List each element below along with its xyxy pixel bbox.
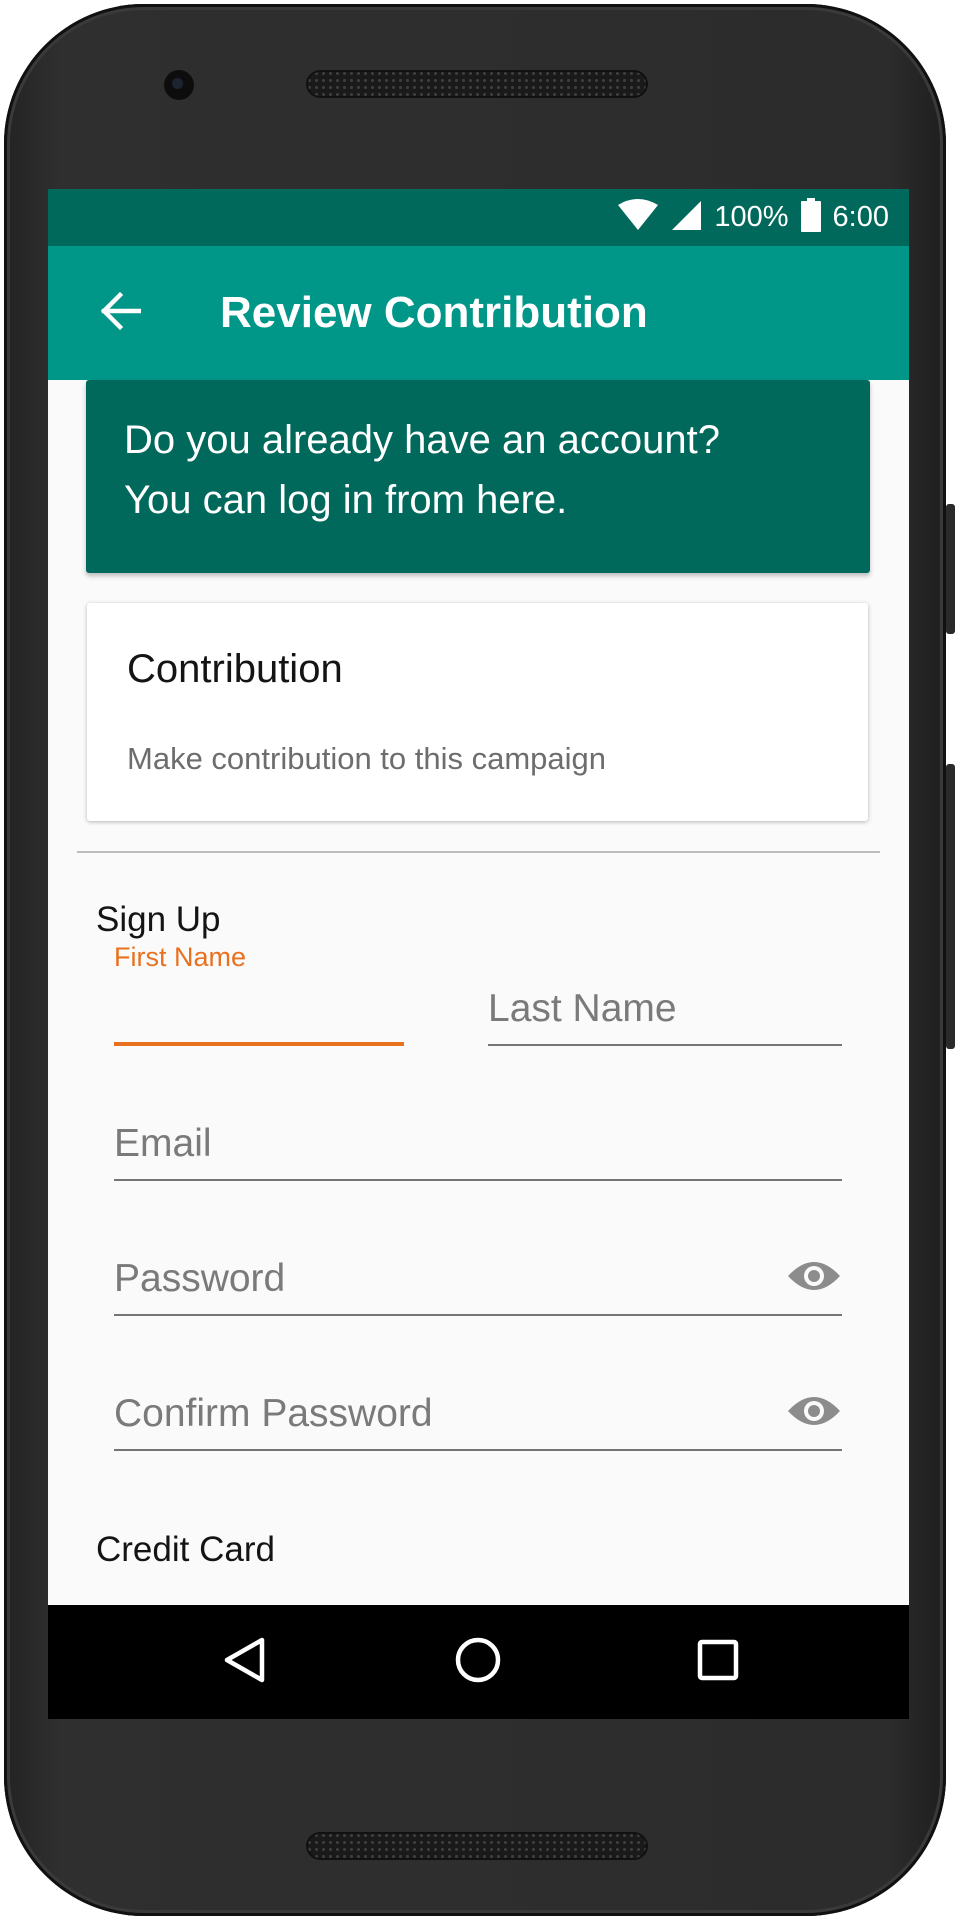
volume-rocker bbox=[946, 764, 955, 1049]
app-bar: Review Contribution bbox=[48, 246, 909, 380]
phone-frame: 100% 6:00 Review Contribution Do you alr… bbox=[4, 4, 955, 1916]
nav-back-button[interactable] bbox=[214, 1632, 274, 1692]
last-name-underline bbox=[488, 1044, 842, 1046]
email-field[interactable]: Email bbox=[114, 1081, 842, 1181]
nav-home-button[interactable] bbox=[448, 1632, 508, 1692]
confirm-password-placeholder: Confirm Password bbox=[114, 1392, 433, 1435]
credit-card-heading: Credit Card bbox=[96, 1530, 275, 1569]
back-button[interactable] bbox=[88, 281, 152, 345]
content-scroll-area[interactable]: Do you already have an account? You can … bbox=[48, 380, 909, 1585]
confirm-password-underline bbox=[114, 1449, 842, 1451]
last-name-placeholder: Last Name bbox=[488, 987, 677, 1030]
battery-percent: 100% bbox=[714, 201, 789, 233]
arrow-back-icon bbox=[99, 291, 142, 336]
status-bar: 100% 6:00 bbox=[48, 189, 909, 246]
bottom-speaker-grille bbox=[306, 1832, 648, 1860]
confirm-password-field[interactable]: Confirm Password bbox=[114, 1351, 842, 1451]
front-camera bbox=[164, 70, 194, 100]
password-placeholder: Password bbox=[114, 1257, 286, 1300]
first-name-underline bbox=[114, 1042, 404, 1046]
login-prompt-line-1: Do you already have an account? bbox=[124, 418, 720, 462]
cell-signal-icon bbox=[670, 199, 702, 236]
page-title: Review Contribution bbox=[220, 288, 648, 337]
email-placeholder: Email bbox=[114, 1122, 212, 1165]
eye-icon bbox=[787, 1258, 841, 1299]
last-name-field[interactable]: Last Name bbox=[488, 946, 842, 1046]
confirm-password-visibility-toggle[interactable] bbox=[786, 1385, 842, 1441]
eye-icon bbox=[787, 1393, 841, 1434]
contribution-card-title: Contribution bbox=[127, 647, 343, 691]
clock: 6:00 bbox=[832, 201, 889, 233]
nav-recents-button[interactable] bbox=[688, 1632, 748, 1692]
screen: 100% 6:00 Review Contribution Do you alr… bbox=[48, 189, 909, 1719]
contribution-card-subtitle: Make contribution to this campaign bbox=[127, 741, 607, 776]
contribution-card: Contribution Make contribution to this c… bbox=[87, 603, 868, 821]
power-button bbox=[946, 504, 955, 634]
email-underline bbox=[114, 1179, 842, 1181]
top-speaker-grille bbox=[306, 70, 648, 98]
first-name-field[interactable]: First Name bbox=[114, 936, 404, 1046]
login-prompt-banner[interactable]: Do you already have an account? You can … bbox=[86, 380, 870, 573]
password-visibility-toggle[interactable] bbox=[786, 1250, 842, 1306]
triangle-back-icon bbox=[222, 1636, 266, 1689]
password-field[interactable]: Password bbox=[114, 1216, 842, 1316]
square-recents-icon bbox=[696, 1638, 740, 1687]
system-navigation-bar bbox=[48, 1605, 909, 1719]
password-underline bbox=[114, 1314, 842, 1316]
login-prompt-line-2: You can log in from here. bbox=[124, 478, 568, 522]
first-name-label: First Name bbox=[114, 942, 247, 972]
battery-icon bbox=[800, 198, 821, 237]
sign-up-heading: Sign Up bbox=[96, 900, 221, 939]
section-divider bbox=[77, 851, 880, 853]
status-icons: 100% 6:00 bbox=[618, 189, 889, 246]
circle-home-icon bbox=[454, 1636, 502, 1689]
wifi-icon bbox=[618, 199, 659, 236]
